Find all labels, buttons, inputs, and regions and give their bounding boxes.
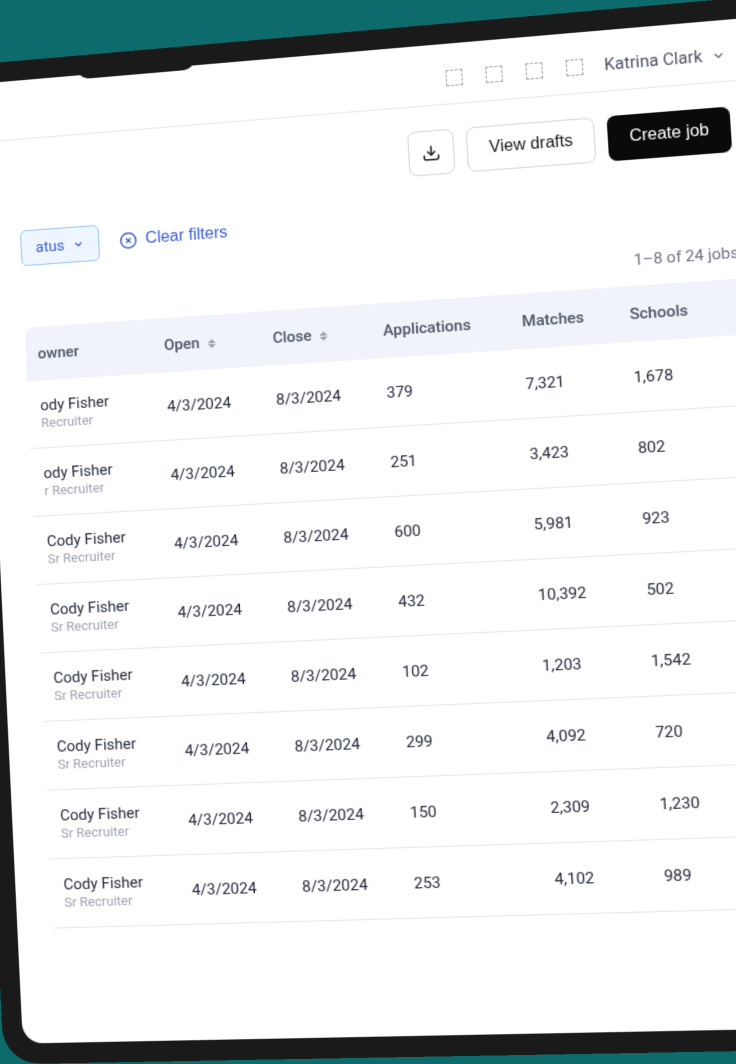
owner-name: Cody Fisher — [63, 872, 167, 893]
status-filter-label: atus — [35, 236, 65, 256]
cell-owner: Cody FisherSr Recruiter — [37, 578, 167, 653]
cell-owner: ody FisherRecruiter — [27, 373, 157, 448]
cell-open: 4/3/2024 — [164, 573, 277, 647]
cell-matches: 7,321 — [511, 343, 623, 419]
cell-matches: 2,309 — [536, 768, 649, 843]
cell-close: 8/3/2024 — [280, 707, 395, 781]
cell-schools: 989 — [649, 836, 736, 911]
owner-role: Sr Recruiter — [51, 616, 154, 636]
user-menu[interactable]: Katrina Clark — [603, 45, 726, 75]
cell-close: 8/3/2024 — [269, 497, 384, 572]
cell-applications: 379 — [372, 350, 515, 428]
create-job-label: Create job — [629, 122, 710, 147]
owner-role: Sr Recruiter — [64, 893, 168, 911]
chevron-down-icon — [72, 238, 85, 251]
jobs-table: owner Open Close Applications Matches Sc… — [25, 277, 736, 929]
sort-icon — [207, 338, 216, 348]
owner-role: Sr Recruiter — [61, 823, 165, 842]
owner-name: Cody Fisher — [60, 803, 164, 825]
col-open[interactable]: Open — [150, 312, 261, 374]
create-job-button[interactable]: Create job — [607, 106, 733, 161]
topbar-icons — [445, 58, 583, 86]
cell-open: 4/3/2024 — [171, 712, 284, 786]
cell-applications: 102 — [388, 630, 532, 707]
cell-matches: 1,203 — [527, 625, 640, 701]
device-frame: Katrina Clark View drafts Create job — [0, 0, 736, 1064]
sort-icon — [319, 331, 328, 341]
close-circle-icon — [119, 231, 138, 250]
cell-close: 8/3/2024 — [277, 637, 392, 712]
cell-open: 4/3/2024 — [153, 366, 265, 441]
user-name: Katrina Clark — [603, 47, 702, 75]
cell-schools: 720 — [640, 692, 736, 768]
topbar-placeholder-icon[interactable] — [525, 62, 543, 80]
cell-schools: 1,542 — [636, 621, 736, 697]
col-schools: Schools — [615, 280, 722, 343]
cell-close: 8/3/2024 — [284, 777, 399, 851]
cell-owner: Cody FisherSr Recruiter — [40, 647, 170, 721]
cell-applications: 432 — [384, 560, 528, 637]
chevron-down-icon — [710, 47, 726, 63]
screen: Katrina Clark View drafts Create job — [0, 17, 736, 1044]
owner-role: Sr Recruiter — [57, 754, 161, 773]
topbar-placeholder-icon[interactable] — [445, 68, 463, 86]
cell-applications: 251 — [376, 419, 519, 497]
cell-schools: 1,230 — [644, 764, 736, 840]
owner-name: Cody Fisher — [56, 733, 160, 755]
owner-role: Sr Recruiter — [47, 547, 150, 567]
cell-open: 4/3/2024 — [167, 642, 280, 716]
owner-role: r Recruiter — [44, 478, 147, 499]
cell-open: 4/3/2024 — [178, 851, 292, 924]
cell-matches: 4,092 — [531, 697, 644, 772]
cell-owner: Cody FisherSr Recruiter — [44, 716, 175, 790]
cell-open: 4/3/2024 — [157, 434, 269, 509]
owner-name: Cody Fisher — [50, 595, 154, 618]
cell-open: 4/3/2024 — [174, 781, 287, 855]
cell-close: 8/3/2024 — [262, 359, 376, 434]
view-drafts-button[interactable]: View drafts — [466, 117, 597, 172]
topbar-placeholder-icon[interactable] — [565, 58, 583, 76]
col-open-label: Open — [164, 334, 201, 354]
view-drafts-label: View drafts — [489, 132, 574, 157]
cell-owner: Cody FisherSr Recruiter — [34, 509, 164, 584]
cell-applications: 150 — [395, 772, 539, 848]
cell-close: 8/3/2024 — [273, 567, 388, 642]
col-close-label: Close — [272, 326, 312, 347]
col-actions — [718, 277, 736, 336]
cell-owner: Cody FisherSr Recruiter — [47, 785, 178, 859]
cell-open: 4/3/2024 — [160, 503, 273, 578]
topbar-placeholder-icon[interactable] — [485, 65, 503, 83]
owner-name: Cody Fisher — [53, 664, 157, 687]
col-applications: Applications — [369, 295, 511, 359]
cell-close: 8/3/2024 — [288, 848, 404, 922]
col-matches: Matches — [508, 287, 619, 350]
clear-filters-button[interactable]: Clear filters — [119, 224, 228, 250]
cell-matches: 10,392 — [523, 554, 636, 630]
cell-close: 8/3/2024 — [265, 428, 379, 504]
clear-filters-label: Clear filters — [145, 224, 228, 248]
cell-schools: 1,678 — [619, 336, 727, 413]
status-filter-chip[interactable]: atus — [20, 225, 100, 267]
cell-applications: 253 — [399, 843, 544, 918]
cell-owner: ody Fisherr Recruiter — [30, 441, 160, 517]
download-button[interactable] — [407, 129, 456, 177]
cell-schools: 802 — [623, 407, 731, 484]
cell-schools: 923 — [627, 478, 735, 555]
cell-owner: Cody FisherSr Recruiter — [50, 855, 181, 928]
cell-matches: 5,981 — [519, 483, 631, 559]
jobs-table-container: owner Open Close Applications Matches Sc… — [0, 276, 736, 930]
cell-matches: 4,102 — [540, 840, 653, 915]
cell-applications: 299 — [391, 701, 535, 777]
cell-matches: 3,423 — [515, 413, 627, 490]
cell-applications: 600 — [380, 489, 523, 566]
col-close[interactable]: Close — [259, 304, 372, 366]
download-icon — [422, 143, 442, 163]
col-owner: owner — [25, 319, 154, 381]
cell-schools: 502 — [631, 549, 736, 625]
owner-role: Sr Recruiter — [54, 685, 158, 705]
